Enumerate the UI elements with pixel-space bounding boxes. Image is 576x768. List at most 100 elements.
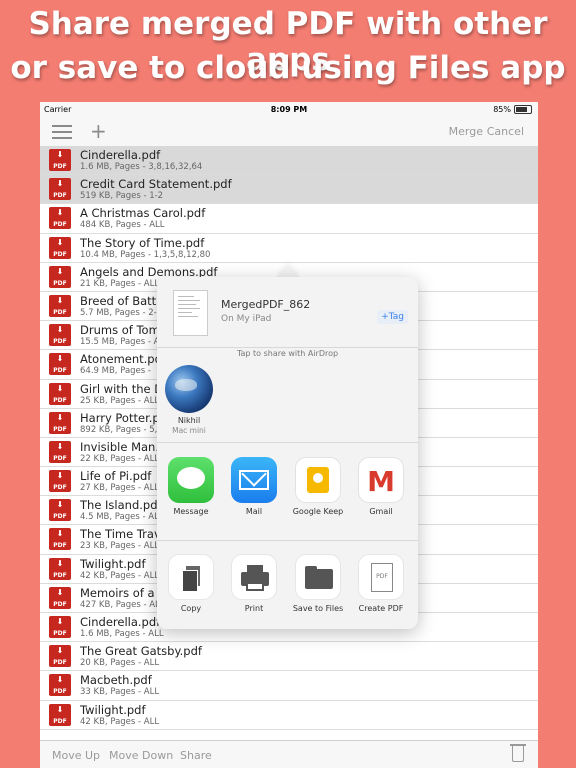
file-row[interactable]: ⬇ PDF The Story of Time.pdf 10.4 MB, Pages … <box>40 234 538 263</box>
file-meta: 27 KB, Pages - ALL <box>80 483 160 494</box>
file-name: A Christmas Carol.pdf <box>80 206 206 221</box>
move-down-button[interactable]: Move Down <box>109 749 173 762</box>
share-sheet: MergedPDF_862 On My iPad +Tag Tap to sha… <box>157 277 418 629</box>
gmail-icon: M <box>358 457 404 503</box>
merge-button[interactable]: Merge <box>449 125 483 138</box>
folder-icon <box>295 554 341 600</box>
file-name: Breed of Battle <box>80 293 167 308</box>
share-app-gmail[interactable]: M Gmail <box>351 457 411 516</box>
pdf-icon-label: PDF <box>53 484 67 492</box>
file-row[interactable]: ⬇ PDF Macbeth.pdf 33 KB, Pages - ALL <box>40 671 538 701</box>
file-name: Cinderella.pdf <box>80 148 161 162</box>
pdf-icon-label: PDF <box>53 367 67 375</box>
action-copy[interactable]: Copy <box>161 554 221 613</box>
share-app-label: Mail <box>245 507 263 516</box>
share-button[interactable]: Share <box>180 749 212 762</box>
action-create-pdf[interactable]: PDF Create PDF <box>351 554 411 613</box>
share-app-label: Google Keep <box>292 507 344 516</box>
pdf-download-icon: ⬇ PDF <box>49 149 71 171</box>
file-name: The Great Gatsby.pdf <box>80 644 202 659</box>
google-keep-icon <box>295 457 341 503</box>
move-up-button[interactable]: Move Up <box>52 749 100 762</box>
battery-icon <box>514 105 532 114</box>
share-app-message[interactable]: Message <box>161 457 221 516</box>
battery-indicator: 85% <box>493 105 532 114</box>
action-save-to-files[interactable]: Save to Files <box>288 554 348 613</box>
action-label: Copy <box>180 604 202 613</box>
airdrop-contact-device: Mac mini <box>172 426 206 435</box>
print-icon <box>231 554 277 600</box>
file-meta: 1.6 MB, Pages - 3,8,16,32,64 <box>80 162 203 172</box>
action-label: Save to Files <box>292 604 344 613</box>
pdf-icon-label: PDF <box>53 542 67 550</box>
file-name: The Story of Time.pdf <box>80 235 205 250</box>
share-apps-row: Message Mail Google Keep M Gmail <box>157 442 418 541</box>
pdf-icon-label: PDF <box>53 308 67 316</box>
file-meta: 42 KB, Pages - ALL <box>80 716 160 727</box>
pdf-icon-label: PDF <box>53 600 67 608</box>
action-print[interactable]: Print <box>224 554 284 613</box>
share-actions-row: Copy Print Save to Files PDF Create PDF <box>157 540 418 629</box>
file-meta: 42 KB, Pages - ALL <box>80 570 160 581</box>
pdf-download-icon: ⬇ PDF <box>49 645 71 668</box>
share-app-mail[interactable]: Mail <box>224 457 284 516</box>
message-icon <box>168 457 214 503</box>
file-row[interactable]: ⬇ PDF The Great Gatsby.pdf 20 KB, Pages - A… <box>40 642 538 672</box>
share-sheet-header: MergedPDF_862 On My iPad +Tag <box>157 277 418 348</box>
pdf-download-icon: ⬇ PDF <box>49 353 71 376</box>
file-name: The Island.pdf <box>80 498 162 513</box>
add-tag-button[interactable]: +Tag <box>377 310 408 324</box>
action-label: Print <box>244 604 264 613</box>
pdf-download-icon: ⬇ PDF <box>49 703 71 726</box>
file-meta: 15.5 MB, Pages - A <box>80 337 160 348</box>
file-name: Twilight.pdf <box>80 702 146 717</box>
pdf-download-icon: ⬇ PDF <box>49 586 71 609</box>
file-name: Life of Pi.pdf <box>80 469 152 484</box>
airdrop-contact-avatar[interactable] <box>165 365 213 413</box>
list-menu-icon[interactable] <box>52 124 72 140</box>
pdf-download-icon: ⬇ PDF <box>49 382 71 405</box>
pdf-icon-label: PDF <box>53 396 67 404</box>
file-meta: 519 KB, Pages - 1-2 <box>80 191 164 202</box>
add-icon[interactable]: + <box>90 119 107 143</box>
file-meta: 33 KB, Pages - ALL <box>80 687 160 698</box>
pdf-icon-label: PDF <box>53 513 67 521</box>
gmail-letter: M <box>367 465 395 498</box>
pdf-download-icon: ⬇ PDF <box>49 207 71 230</box>
pdf-download-icon: ⬇ PDF <box>49 557 71 580</box>
shared-file-name: MergedPDF_862 <box>221 298 311 311</box>
pdf-download-icon: ⬇ PDF <box>49 674 71 697</box>
mail-icon <box>231 457 277 503</box>
pdf-icon-label: PDF <box>53 250 67 258</box>
share-app-google-keep[interactable]: Google Keep <box>288 457 348 516</box>
airdrop-contact-name: Nikhil <box>177 416 201 425</box>
file-name: Invisible Man.p <box>80 439 167 454</box>
create-pdf-doc-text: PDF <box>376 573 388 580</box>
airdrop-hint: Tap to share with AirDrop <box>236 349 339 358</box>
file-name: Girl with the Dr <box>80 381 168 396</box>
file-row[interactable]: ⬇ PDF Credit Card Statement.pdf 519 KB, Pag… <box>40 175 538 205</box>
file-meta: 484 KB, Pages - ALL <box>80 220 165 231</box>
file-meta: 892 KB, Pages - 5, <box>80 424 158 435</box>
share-app-label: Gmail <box>369 507 393 516</box>
pdf-download-icon: ⬇ PDF <box>49 470 71 493</box>
file-name: The Time Trave <box>80 527 168 542</box>
file-meta: 5.7 MB, Pages - 2- <box>80 307 157 318</box>
file-row[interactable]: ⬇ PDF Cinderella.pdf 1.6 MB, Pages - 3,8,16… <box>40 146 538 176</box>
file-row[interactable]: ⬇ PDF Twilight.pdf 42 KB, Pages - ALL <box>40 701 538 730</box>
action-label: Create PDF <box>358 604 404 613</box>
trash-icon[interactable] <box>510 744 526 762</box>
pdf-download-icon: ⬇ PDF <box>49 178 71 201</box>
pdf-icon-label: PDF <box>53 279 67 287</box>
document-thumbnail <box>173 290 208 336</box>
cancel-button[interactable]: Cancel <box>487 125 524 138</box>
pdf-icon-label: PDF <box>53 571 67 579</box>
airdrop-section: Tap to share with AirDrop Nikhil Mac min… <box>157 347 418 443</box>
pdf-download-icon: ⬇ PDF <box>49 499 71 522</box>
file-meta: 427 KB, Pages - AL <box>80 599 160 610</box>
status-bar: Carrier 8:09 PM 85% <box>40 102 538 118</box>
file-meta: 22 KB, Pages - ALL <box>80 453 160 464</box>
file-row[interactable]: ⬇ PDF A Christmas Carol.pdf 484 KB, Pages -… <box>40 204 538 234</box>
pdf-download-icon: ⬇ PDF <box>49 324 71 347</box>
pdf-download-icon: ⬇ PDF <box>49 616 71 638</box>
